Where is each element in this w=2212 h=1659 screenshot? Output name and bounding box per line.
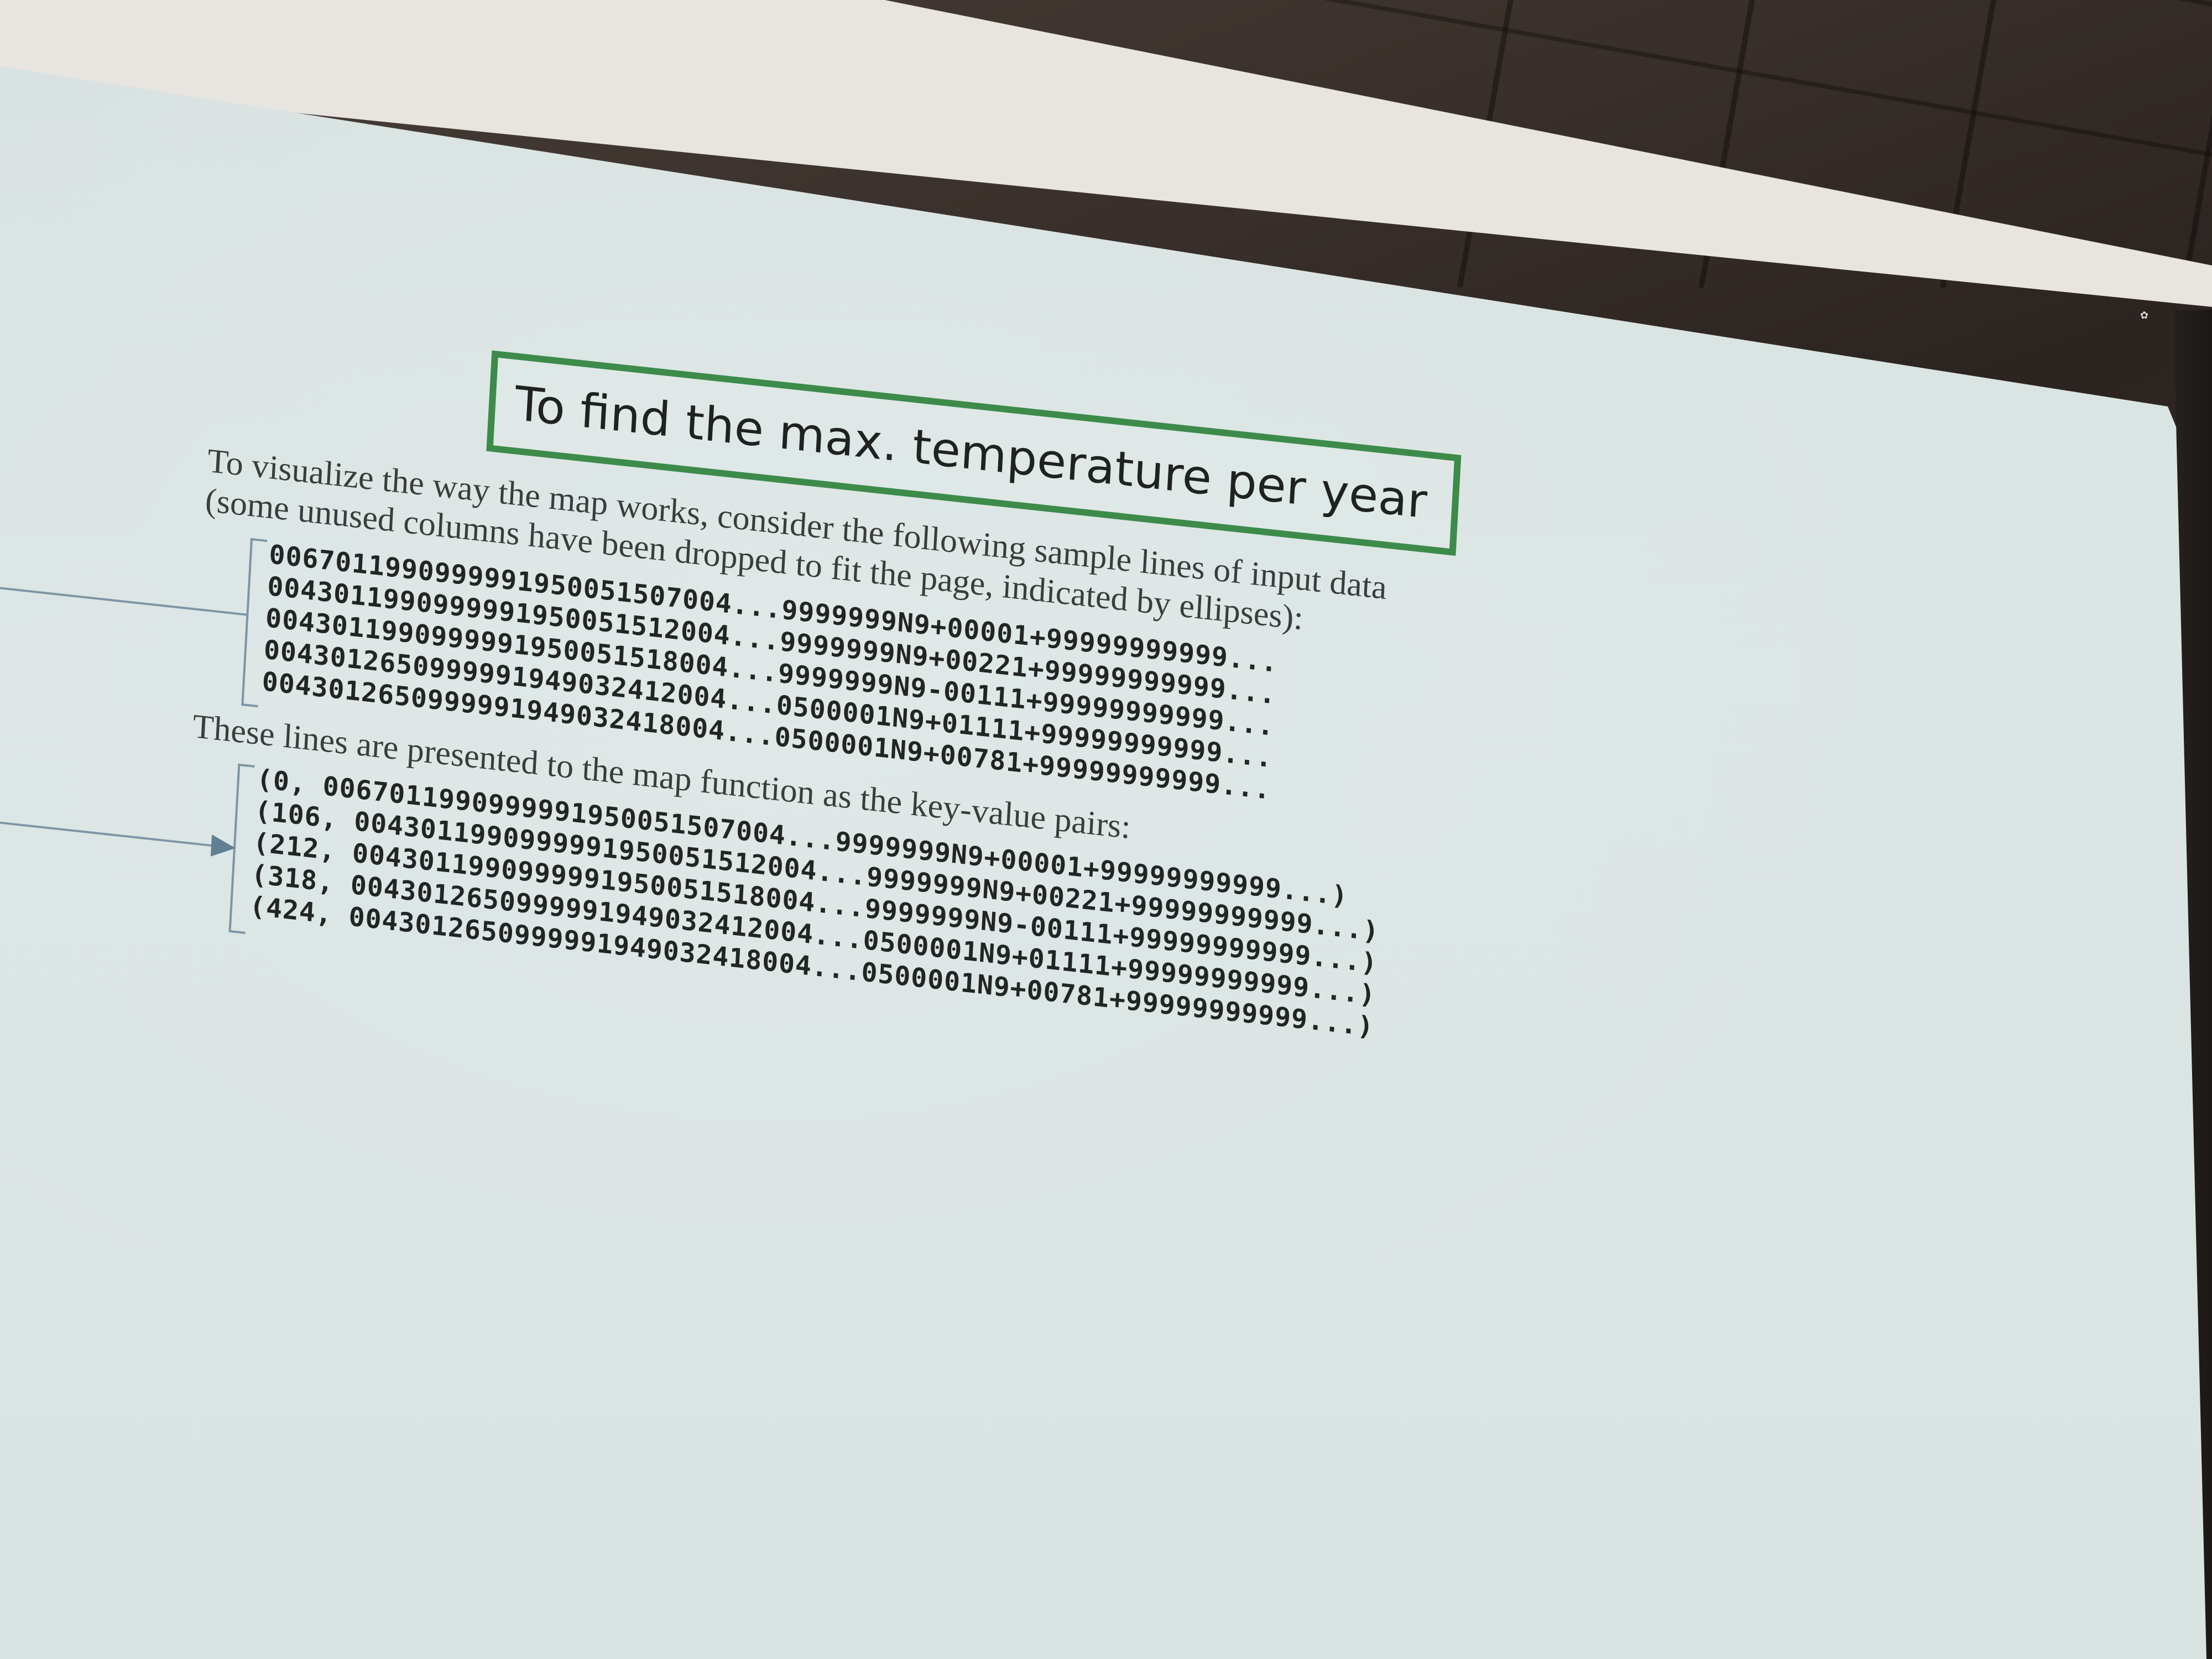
screen-brand-logo: ✿ bbox=[2140, 310, 2149, 321]
arrow-right-icon bbox=[210, 834, 237, 859]
